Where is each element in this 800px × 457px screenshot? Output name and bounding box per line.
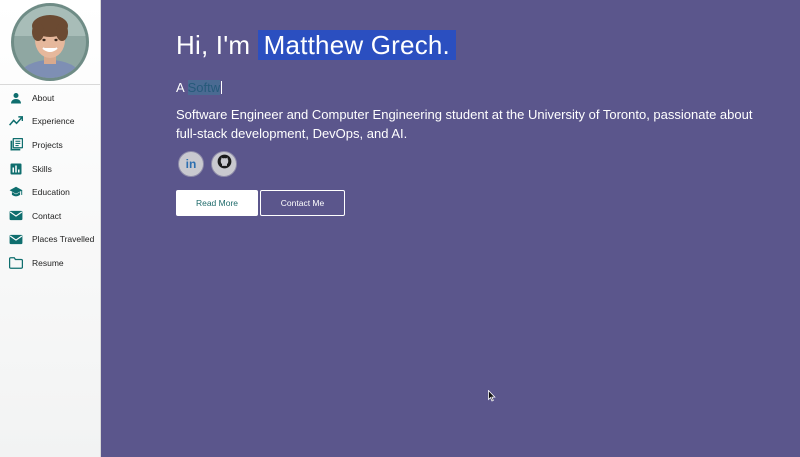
typed-subtitle: A Softw xyxy=(176,80,223,95)
avatar xyxy=(11,3,89,81)
greeting-prefix: Hi, I'm xyxy=(176,30,258,60)
sidebar-item-label: Resume xyxy=(32,257,64,268)
contact-me-button[interactable]: Contact Me xyxy=(260,190,345,216)
mail-icon xyxy=(9,209,23,223)
sidebar-item-label: Contact xyxy=(32,210,62,221)
hero-greeting: Hi, I'm Matthew Grech. xyxy=(176,30,456,61)
typed-text: Softw xyxy=(187,80,221,95)
mail-icon xyxy=(9,232,23,246)
sidebar-divider xyxy=(0,84,100,85)
sidebar-item-projects[interactable]: Projects xyxy=(0,133,100,157)
sidebar-item-label: Education xyxy=(32,187,70,198)
linkedin-link[interactable]: in xyxy=(178,151,204,177)
sidebar-item-label: Skills xyxy=(32,163,52,174)
sidebar-item-education[interactable]: Education xyxy=(0,180,100,204)
hero-name: Matthew Grech. xyxy=(257,30,456,60)
trending-up-icon xyxy=(9,114,23,128)
sidebar-item-label: About xyxy=(32,92,55,103)
sidebar-item-label: Experience xyxy=(32,116,75,127)
person-icon xyxy=(9,91,23,105)
typed-prefix: A xyxy=(176,80,188,95)
library-books-icon xyxy=(9,138,23,152)
mouse-cursor-icon xyxy=(488,389,496,407)
hero-section: Hi, I'm Matthew Grech. A Softw Software … xyxy=(101,0,800,457)
github-icon xyxy=(217,154,232,174)
sidebar-item-places-travelled[interactable]: Places Travelled xyxy=(0,228,100,252)
sidebar-item-experience[interactable]: Experience xyxy=(0,110,100,134)
sidebar-item-label: Places Travelled xyxy=(32,234,95,245)
read-more-button[interactable]: Read More xyxy=(176,190,258,216)
github-link[interactable] xyxy=(211,151,237,177)
bar-chart-icon xyxy=(9,162,23,176)
sidebar: About Experience Projects Skills Educati… xyxy=(0,0,101,457)
sidebar-item-contact[interactable]: Contact xyxy=(0,204,100,228)
hero-description: Software Engineer and Computer Engineeri… xyxy=(176,107,753,141)
folder-icon xyxy=(9,256,23,270)
sidebar-item-label: Projects xyxy=(32,139,63,150)
graduation-cap-icon xyxy=(9,185,23,199)
typing-caret xyxy=(221,81,223,94)
sidebar-item-skills[interactable]: Skills xyxy=(0,157,100,181)
linkedin-icon: in xyxy=(185,157,197,171)
sidebar-item-resume[interactable]: Resume xyxy=(0,251,100,275)
profile-photo xyxy=(14,6,86,78)
sidebar-item-about[interactable]: About xyxy=(0,86,100,110)
sidebar-nav: About Experience Projects Skills Educati… xyxy=(0,86,100,275)
social-links: in xyxy=(178,151,237,177)
